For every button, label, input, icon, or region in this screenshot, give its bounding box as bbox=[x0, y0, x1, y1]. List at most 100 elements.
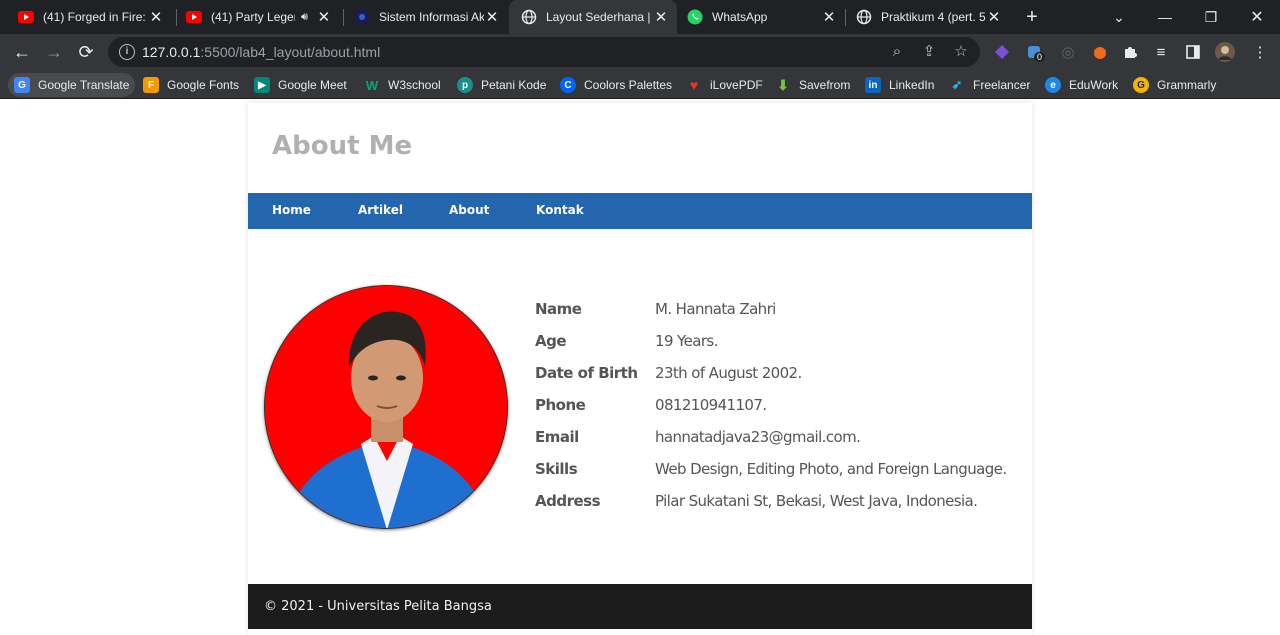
tab-strip: (41) Forged in Fire: B ✕ (41) Party Lege… bbox=[0, 0, 1280, 34]
tab-title: WhatsApp bbox=[712, 10, 768, 24]
tab-active[interactable]: Layout Sederhana | Lat ✕ bbox=[509, 0, 677, 34]
bookmark-eduwork[interactable]: e EduWork bbox=[1045, 73, 1118, 97]
globe-icon bbox=[856, 9, 872, 25]
forward-arrow-icon[interactable]: → bbox=[42, 40, 66, 64]
profile-label: Name bbox=[535, 300, 582, 318]
google-fonts-icon: F bbox=[143, 77, 159, 93]
tab-title: Praktikum 4 (pert. 5) bbox=[881, 10, 986, 24]
extension-orange-icon[interactable] bbox=[1090, 42, 1110, 62]
minimize-icon[interactable]: — bbox=[1142, 0, 1188, 34]
profile-label: Date of Birth bbox=[535, 364, 638, 382]
tab-title: Layout Sederhana | Lat bbox=[546, 10, 653, 24]
tab-search-chevron-icon[interactable]: ⌄ bbox=[1096, 0, 1142, 34]
page-title: About Me bbox=[272, 131, 413, 161]
profile-label: Skills bbox=[535, 460, 578, 478]
profile-value: M. Hannata Zahri bbox=[655, 300, 776, 318]
bookmark-ilovepdf[interactable]: ♥ iLovePDF bbox=[686, 73, 763, 97]
bookmark-linkedin[interactable]: in LinkedIn bbox=[865, 73, 934, 97]
share-icon[interactable]: ⇪ bbox=[919, 42, 939, 62]
globe-icon bbox=[521, 9, 537, 25]
close-tab-icon[interactable]: ✕ bbox=[986, 9, 1002, 26]
freelancer-bird-icon: ➶ bbox=[951, 77, 963, 92]
tab-4[interactable]: WhatsApp ✕ bbox=[677, 0, 845, 34]
profile-label: Email bbox=[535, 428, 579, 446]
university-icon bbox=[354, 9, 370, 25]
bookmark-google-translate[interactable]: G Google Translate bbox=[8, 73, 136, 97]
nav-link-about[interactable]: About bbox=[449, 203, 489, 217]
new-tab-button[interactable]: + bbox=[1022, 7, 1042, 27]
nav-link-home[interactable]: Home bbox=[272, 203, 311, 217]
close-window-icon[interactable]: ✕ bbox=[1234, 0, 1280, 34]
tab-0[interactable]: (41) Forged in Fire: B ✕ bbox=[0, 0, 172, 34]
bookmark-google-fonts[interactable]: F Google Fonts bbox=[143, 73, 239, 97]
grammarly-icon: G bbox=[1133, 77, 1149, 93]
profile-label: Age bbox=[535, 332, 567, 350]
page-container: About Me Home Artikel About Kontak Name … bbox=[248, 103, 1032, 635]
profile-label: Phone bbox=[535, 396, 586, 414]
tab-title: (41) Forged in Fire: B bbox=[43, 10, 148, 24]
tab-5[interactable]: Praktikum 4 (pert. 5) ✕ bbox=[838, 0, 1010, 34]
extension-purple-icon[interactable] bbox=[992, 42, 1012, 62]
reload-icon[interactable]: ⟳ bbox=[74, 40, 98, 64]
google-meet-icon: ▶ bbox=[254, 77, 270, 93]
whatsapp-icon bbox=[687, 9, 703, 25]
linkedin-icon: in bbox=[865, 77, 881, 93]
address-bar[interactable]: i 127.0.0.1:5500/lab4_layout/about.html … bbox=[108, 37, 980, 67]
back-arrow-icon[interactable]: ← bbox=[10, 40, 34, 64]
savefrom-download-icon: ⬇ bbox=[777, 76, 789, 93]
close-tab-icon[interactable]: ✕ bbox=[316, 9, 332, 26]
side-panel-icon[interactable] bbox=[1183, 42, 1203, 62]
extension-disabled-icon[interactable]: ◎ bbox=[1058, 42, 1078, 62]
bookmark-coolors[interactable]: C Coolors Palettes bbox=[560, 73, 672, 97]
restore-icon[interactable]: ❐ bbox=[1188, 0, 1234, 34]
profile-value: Pilar Sukatani St, Bekasi, West Java, In… bbox=[655, 492, 978, 510]
reading-list-icon[interactable]: ≡ bbox=[1151, 42, 1171, 62]
tab-title: Sistem Informasi Akade bbox=[379, 10, 484, 24]
tab-1[interactable]: (41) Party Legend 🔊︎ ✕ bbox=[168, 0, 342, 34]
browser-toolbar: ← → ⟳ i 127.0.0.1:5500/lab4_layout/about… bbox=[0, 34, 1280, 70]
profile-photo bbox=[264, 285, 508, 529]
youtube-icon bbox=[18, 9, 34, 25]
audio-playing-icon[interactable]: 🔊︎ bbox=[301, 11, 308, 24]
close-tab-icon[interactable]: ✕ bbox=[484, 9, 500, 26]
page-viewport: About Me Home Artikel About Kontak Name … bbox=[0, 103, 1280, 635]
bookmarks-bar: G Google Translate F Google Fonts ▶ Google … bbox=[0, 70, 1280, 99]
profile-value: hannatadjava23@gmail.com. bbox=[655, 428, 861, 446]
bookmark-google-meet[interactable]: ▶ Google Meet bbox=[254, 73, 347, 97]
petani-kode-icon: p bbox=[457, 77, 473, 93]
bookmark-star-icon[interactable]: ☆ bbox=[951, 42, 971, 62]
profile-value: 19 Years. bbox=[655, 332, 718, 350]
eduwork-icon: e bbox=[1045, 77, 1061, 93]
close-tab-icon[interactable]: ✕ bbox=[821, 9, 837, 26]
extensions-puzzle-icon[interactable] bbox=[1120, 42, 1140, 62]
extension-badge-icon[interactable]: 0 bbox=[1024, 42, 1046, 62]
youtube-icon bbox=[186, 9, 202, 25]
zoom-icon[interactable]: ⌕ bbox=[887, 42, 907, 62]
bookmark-w3school[interactable]: W W3school bbox=[364, 73, 441, 97]
bookmark-grammarly[interactable]: G Grammarly bbox=[1133, 73, 1216, 97]
nav-link-artikel[interactable]: Artikel bbox=[358, 203, 403, 217]
ilovepdf-heart-icon: ♥ bbox=[689, 77, 699, 93]
nav-link-kontak[interactable]: Kontak bbox=[536, 203, 584, 217]
profile-value: Web Design, Editing Photo, and Foreign L… bbox=[655, 460, 1007, 478]
site-info-icon[interactable]: i bbox=[119, 44, 135, 60]
google-translate-icon: G bbox=[14, 77, 30, 93]
bookmark-freelancer[interactable]: ➶ Freelancer bbox=[949, 73, 1031, 97]
profile-value: 081210941107. bbox=[655, 396, 767, 414]
page-footer: © 2021 - Universitas Pelita Bangsa bbox=[248, 584, 1032, 629]
profile-avatar[interactable] bbox=[1215, 42, 1235, 62]
close-tab-icon[interactable]: ✕ bbox=[148, 9, 164, 26]
extension-badge-count: 0 bbox=[1034, 52, 1046, 62]
main-nav: Home Artikel About Kontak bbox=[248, 193, 1032, 229]
tab-title: (41) Party Legend bbox=[211, 10, 295, 24]
coolors-icon: C bbox=[560, 77, 576, 93]
more-menu-icon[interactable]: ⋮ bbox=[1250, 42, 1270, 62]
footer-copyright: © 2021 - Universitas Pelita Bangsa bbox=[264, 599, 492, 614]
tab-2[interactable]: Sistem Informasi Akade ✕ bbox=[336, 0, 508, 34]
bookmark-savefrom[interactable]: ⬇ Savefrom bbox=[775, 73, 850, 97]
url-text[interactable]: 127.0.0.1:5500/lab4_layout/about.html bbox=[142, 44, 380, 60]
profile-value: 23th of August 2002. bbox=[655, 364, 802, 382]
bookmark-petani-kode[interactable]: p Petani Kode bbox=[457, 73, 546, 97]
profile-label: Address bbox=[535, 492, 601, 510]
close-tab-icon[interactable]: ✕ bbox=[653, 9, 669, 26]
